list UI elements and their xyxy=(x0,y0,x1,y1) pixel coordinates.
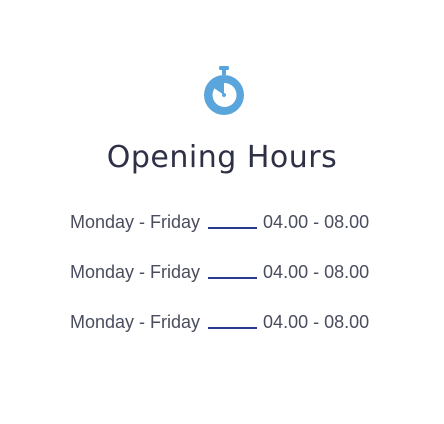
section-title: Opening Hours xyxy=(106,140,338,175)
hours-row: Monday - Friday 04.00 - 08.00 xyxy=(70,258,369,286)
opening-hours-section: Opening Hours Monday - Friday 04.00 - 08… xyxy=(0,0,444,424)
dash-divider xyxy=(208,327,258,329)
dash-divider xyxy=(208,277,258,279)
dash-divider xyxy=(208,227,258,229)
hours-time: 04.00 - 08.00 xyxy=(263,211,370,232)
hours-time: 04.00 - 08.00 xyxy=(263,261,370,282)
hours-days: Monday - Friday xyxy=(70,311,201,332)
hours-row: Monday - Friday 04.00 - 08.00 xyxy=(70,208,369,236)
hours-days: Monday - Friday xyxy=(70,261,201,282)
hours-row: Monday - Friday 04.00 - 08.00 xyxy=(70,308,369,336)
hours-time: 04.00 - 08.00 xyxy=(263,311,370,332)
hours-days: Monday - Friday xyxy=(70,211,201,232)
stopwatch-icon xyxy=(203,66,245,118)
